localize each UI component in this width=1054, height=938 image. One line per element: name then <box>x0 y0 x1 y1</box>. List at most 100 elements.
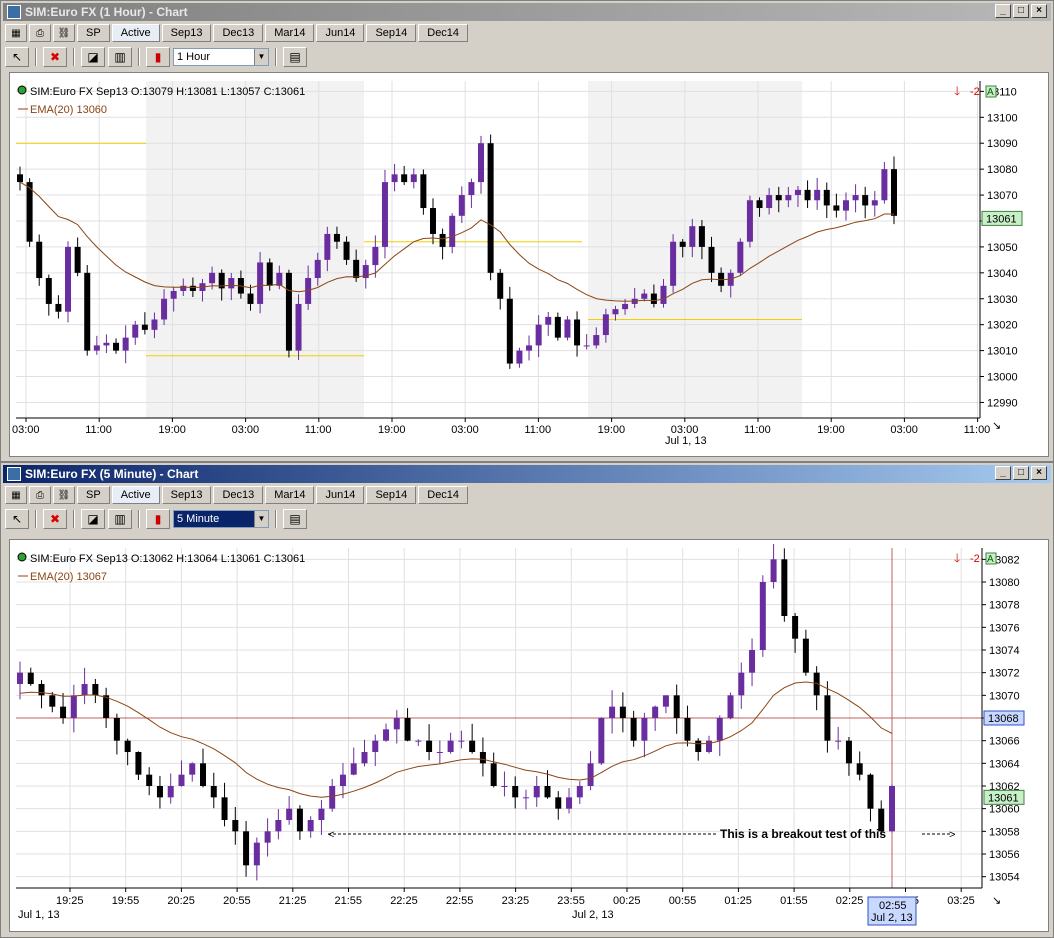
x-tick-label: 23:25 <box>502 895 530 907</box>
y-tick-label: 13100 <box>987 112 1018 124</box>
tab-sep14[interactable]: Sep14 <box>366 486 417 504</box>
sp-dropdown[interactable]: SP <box>77 486 110 504</box>
price-chart-panel[interactable]: 1308213080130781307613074130721307013068… <box>9 539 1049 932</box>
tab-dec13[interactable]: Dec13 <box>213 486 264 504</box>
cursor-date: Jul 2, 13 <box>871 912 913 924</box>
chart-window-1hour: SIM:Euro FX (1 Hour) - Chart _ □ × ▦ ⎙ ⛓… <box>0 0 1054 462</box>
candle-body <box>469 740 476 752</box>
candle-body <box>835 740 842 742</box>
candle-body <box>650 293 657 304</box>
tab-active[interactable]: Active <box>111 24 160 42</box>
tab-mar14[interactable]: Mar14 <box>265 486 315 504</box>
candle-body <box>189 285 196 291</box>
title-bar[interactable]: SIM:Euro FX (1 Hour) - Chart _ □ × <box>3 3 1051 21</box>
price-chart-5minute[interactable]: 1308213080130781307613074130721307013068… <box>10 540 1050 931</box>
candle-body <box>189 763 196 775</box>
price-chart-panel[interactable]: 1311013100130901308013070130601305013040… <box>9 72 1049 457</box>
tab-active[interactable]: Active <box>111 486 160 504</box>
title-bar[interactable]: SIM:Euro FX (5 Minute) - Chart _ □ × <box>3 465 1051 483</box>
candle-body <box>436 752 443 753</box>
cursor-icon[interactable]: ↖ <box>5 509 29 529</box>
grid-icon[interactable]: ▦ <box>5 486 27 504</box>
candle-body <box>708 246 715 273</box>
candle-body <box>318 808 325 820</box>
tab-mar14[interactable]: Mar14 <box>265 24 315 42</box>
session-shade <box>588 81 802 418</box>
properties-icon[interactable]: ▤ <box>283 47 307 67</box>
candle-body <box>429 208 436 234</box>
maximize-button[interactable]: □ <box>1013 466 1029 480</box>
candle-body <box>401 174 408 183</box>
resize-corner-icon[interactable]: ↘ <box>992 895 1001 907</box>
minimize-button[interactable]: _ <box>995 4 1011 18</box>
candle-body <box>296 808 303 832</box>
tab-dec13[interactable]: Dec13 <box>213 24 264 42</box>
link-icon[interactable]: ⛓ <box>53 24 75 42</box>
link-icon[interactable]: ⛓ <box>53 486 75 504</box>
indicators-icon[interactable]: ◪ <box>81 509 105 529</box>
resize-corner-icon[interactable]: ↘ <box>992 420 1001 432</box>
autoscale-icon[interactable]: A <box>987 554 994 565</box>
y-tick-label: 13020 <box>987 320 1018 332</box>
candle-body <box>862 195 869 206</box>
tab-sep14[interactable]: Sep14 <box>366 24 417 42</box>
maximize-button[interactable]: □ <box>1013 4 1029 18</box>
price-chart-1hour[interactable]: 1311013100130901308013070130601305013040… <box>10 73 1050 456</box>
chart-style-icon[interactable]: ▮ <box>146 509 170 529</box>
strategies-icon[interactable]: ▥ <box>108 509 132 529</box>
chart-info-line: SIM:Euro FX Sep13 O:13079 H:13081 L:1305… <box>30 86 305 98</box>
tab-sep13[interactable]: Sep13 <box>161 24 212 42</box>
strategies-icon[interactable]: ▥ <box>108 47 132 67</box>
delete-icon[interactable]: ✖ <box>43 47 67 67</box>
interval-select[interactable]: 1 Hour ▼ <box>173 48 269 66</box>
candle-body <box>516 350 523 364</box>
candle-body <box>641 718 648 741</box>
properties-icon[interactable]: ▤ <box>283 509 307 529</box>
candle-body <box>526 345 533 351</box>
candle-body <box>314 259 321 279</box>
candle-body <box>449 215 456 247</box>
close-button[interactable]: × <box>1031 466 1047 480</box>
tab-sep13[interactable]: Sep13 <box>161 486 212 504</box>
close-button[interactable]: × <box>1031 4 1047 18</box>
print-icon[interactable]: ⎙ <box>29 486 51 504</box>
candle-body <box>361 752 368 764</box>
candle-body <box>845 740 852 764</box>
candle-body <box>209 272 216 284</box>
candle-body <box>353 259 360 279</box>
print-icon[interactable]: ⎙ <box>29 24 51 42</box>
autoscale-icon[interactable]: A <box>987 87 994 98</box>
tab-jun14[interactable]: Jun14 <box>316 24 365 42</box>
candle-body <box>490 763 497 786</box>
candle-body <box>833 205 840 211</box>
x-tick-label: 19:55 <box>112 895 140 907</box>
candle-body <box>333 233 340 242</box>
y-tick-label: 13058 <box>989 826 1020 838</box>
candle-body <box>802 638 809 673</box>
candle-body <box>36 241 43 279</box>
indicators-icon[interactable]: ◪ <box>81 47 105 67</box>
candle-body <box>151 319 158 330</box>
x-tick-label: 03:00 <box>451 424 479 436</box>
interval-select[interactable]: 5 Minute ▼ <box>173 510 269 528</box>
candle-body <box>146 774 153 786</box>
x-tick-label: 22:55 <box>446 895 474 907</box>
candle-body <box>113 718 120 741</box>
cursor-icon[interactable]: ↖ <box>5 47 29 67</box>
tab-jun14[interactable]: Jun14 <box>316 486 365 504</box>
x-tick-label: 19:00 <box>598 424 626 436</box>
candle-body <box>339 774 346 786</box>
chart-style-icon[interactable]: ▮ <box>146 47 170 67</box>
tab-dec14[interactable]: Dec14 <box>418 486 469 504</box>
y-tick-label: 12990 <box>987 397 1018 409</box>
candle-body <box>889 786 895 832</box>
candle-body <box>593 335 600 346</box>
grid-icon[interactable]: ▦ <box>5 24 27 42</box>
candle-body <box>17 174 23 183</box>
sp-dropdown[interactable]: SP <box>77 24 110 42</box>
candle-body <box>705 740 712 752</box>
delete-icon[interactable]: ✖ <box>43 509 67 529</box>
minimize-button[interactable]: _ <box>995 466 1011 480</box>
x-tick-label: 03:00 <box>12 424 40 436</box>
tab-dec14[interactable]: Dec14 <box>418 24 469 42</box>
